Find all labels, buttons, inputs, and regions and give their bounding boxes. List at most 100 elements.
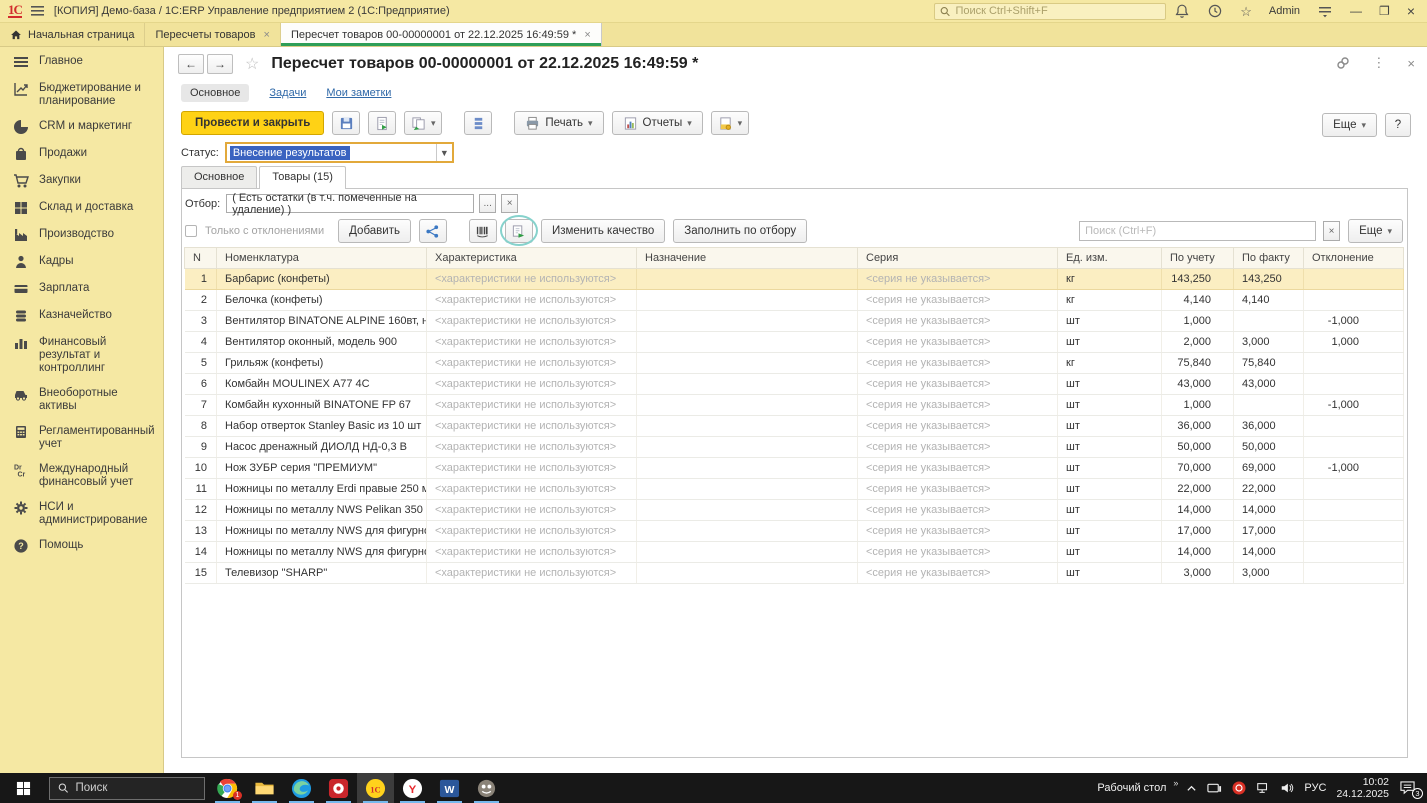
table-cell[interactable]: шт [1057, 541, 1162, 563]
doc-more-button[interactable]: Еще ▾ [1322, 113, 1377, 137]
back-button[interactable]: ← [178, 54, 204, 74]
table-cell[interactable] [636, 457, 858, 479]
table-cell[interactable]: <серия не указывается> [857, 436, 1058, 458]
table-cell[interactable]: 1 [184, 268, 217, 290]
taskbar-search-input[interactable] [75, 782, 196, 794]
post-button[interactable] [368, 111, 397, 135]
column-header[interactable]: Назначение [636, 247, 858, 269]
filter-clear-icon[interactable]: × [501, 194, 519, 213]
barcode-scan-button[interactable] [468, 219, 497, 243]
column-header[interactable]: Серия [857, 247, 1058, 269]
close-window-button[interactable]: × [1407, 3, 1415, 19]
table-cell[interactable] [1303, 415, 1404, 437]
table-cell[interactable]: 1,000 [1161, 394, 1234, 416]
table-cell[interactable]: Грильяж (конфеты) [216, 352, 427, 374]
sidebar-item-intl[interactable]: Dr Cr Международный финансовый учет [0, 457, 163, 495]
table-cell[interactable]: кг [1057, 289, 1162, 311]
table-cell[interactable]: Насос дренажный ДИОЛД НД-0,3 В [216, 436, 427, 458]
sidebar-item-salary[interactable]: Зарплата [0, 276, 163, 303]
table-row[interactable]: 11 Ножницы по металлу Erdi правые 250 мм <… [184, 478, 1404, 500]
desktop-expand-icon[interactable]: » [1173, 778, 1178, 788]
table-cell[interactable]: шт [1057, 373, 1162, 395]
table-cell[interactable]: 3,000 [1233, 562, 1304, 584]
table-cell[interactable]: Барбарис (конфеты) [216, 268, 427, 290]
table-cell[interactable]: шт [1057, 436, 1162, 458]
global-search[interactable] [934, 2, 1167, 20]
taskbar-app-gimp[interactable] [468, 773, 505, 803]
table-cell[interactable]: шт [1057, 562, 1162, 584]
table-cell[interactable] [636, 520, 858, 542]
status-combobox[interactable]: Внесение результатов ▼ [224, 142, 454, 163]
table-cell[interactable]: <серия не указывается> [857, 394, 1058, 416]
sidebar-item-regulated[interactable]: Регламентированный учет [0, 419, 163, 457]
maximize-button[interactable]: ❐ [1379, 4, 1390, 18]
table-cell[interactable]: шт [1057, 478, 1162, 500]
taskbar-search[interactable] [49, 776, 205, 800]
table-cell[interactable]: <серия не указывается> [857, 520, 1058, 542]
column-header[interactable]: Номенклатура [216, 247, 427, 269]
column-header[interactable]: По факту [1233, 247, 1304, 269]
table-search[interactable] [1079, 221, 1317, 241]
table-cell[interactable]: 14 [184, 541, 217, 563]
table-cell[interactable]: 2 [184, 289, 217, 311]
table-cell[interactable]: <характеристики не используются> [426, 541, 637, 563]
table-cell[interactable]: <характеристики не используются> [426, 331, 637, 353]
filter-choose-button[interactable]: ... [479, 194, 497, 213]
table-cell[interactable]: 5 [184, 352, 217, 374]
sidebar-item-warehouse[interactable]: Склад и доставка [0, 195, 163, 222]
get-link-icon[interactable] [1336, 56, 1350, 70]
table-cell[interactable] [1303, 373, 1404, 395]
filter-field[interactable]: ( Есть остатки (в т.ч. помеченные на уда… [226, 192, 475, 216]
taskbar-app-explorer[interactable] [246, 773, 283, 803]
table-cell[interactable]: 9 [184, 436, 217, 458]
fill-by-filter-button[interactable]: Заполнить по отбору [673, 219, 808, 243]
table-cell[interactable]: шт [1057, 310, 1162, 332]
structure-button[interactable] [464, 111, 493, 135]
table-cell[interactable]: 10 [184, 457, 217, 479]
table-cell[interactable]: <серия не указывается> [857, 457, 1058, 479]
table-cell[interactable]: 17,000 [1233, 520, 1304, 542]
taskbar-app-yandex[interactable]: Y [394, 773, 431, 803]
table-row[interactable]: 5 Грильяж (конфеты) <характеристики не исп… [184, 352, 1404, 374]
forward-button[interactable]: → [207, 54, 233, 74]
table-cell[interactable]: 6 [184, 373, 217, 395]
table-cell[interactable] [1303, 478, 1404, 500]
history-icon[interactable] [1207, 4, 1223, 18]
table-cell[interactable]: <серия не указывается> [857, 289, 1058, 311]
chevron-down-icon[interactable]: ▼ [435, 144, 452, 161]
sidebar-item-budgeting[interactable]: Бюджетирование и планирование [0, 76, 163, 114]
table-cell[interactable]: <характеристики не используются> [426, 373, 637, 395]
tray-network-icon[interactable] [1256, 782, 1270, 794]
table-cell[interactable]: шт [1057, 457, 1162, 479]
taskbar-app-edge[interactable] [283, 773, 320, 803]
table-cell[interactable] [636, 415, 858, 437]
table-cell[interactable] [636, 541, 858, 563]
tab-recount-document[interactable]: Пересчет товаров 00-00000001 от 22.12.20… [280, 23, 602, 46]
tab-recounts-list[interactable]: Пересчеты товаров × [145, 23, 281, 46]
minimize-button[interactable]: — [1350, 4, 1362, 18]
sidebar-item-treasury[interactable]: Казначейство [0, 303, 163, 330]
table-cell[interactable] [1303, 268, 1404, 290]
table-row[interactable]: 9 Насос дренажный ДИОЛД НД-0,3 В <характер… [184, 436, 1404, 458]
start-button[interactable] [0, 773, 46, 803]
table-cell[interactable] [636, 352, 858, 374]
table-cell[interactable]: 13 [184, 520, 217, 542]
table-cell[interactable]: 50,000 [1233, 436, 1304, 458]
add-row-button[interactable]: Добавить [338, 219, 411, 243]
table-row[interactable]: 10 Нож ЗУБР серия "ПРЕМИУМ" <характеристик… [184, 457, 1404, 479]
table-cell[interactable]: Комбайн MOULINEX А77 4С [216, 373, 427, 395]
table-cell[interactable] [1303, 520, 1404, 542]
table-cell[interactable]: Телевизор "SHARP" [216, 562, 427, 584]
table-cell[interactable]: 12 [184, 499, 217, 521]
attachments-button[interactable]: ▾ [710, 111, 749, 135]
save-button[interactable] [332, 111, 361, 135]
table-cell[interactable]: 75,840 [1161, 352, 1234, 374]
current-user[interactable]: Admin [1269, 5, 1300, 17]
global-search-input[interactable] [955, 5, 1161, 17]
sidebar-item-nsi[interactable]: НСИ и администрирование [0, 495, 163, 533]
table-row[interactable]: 6 Комбайн MOULINEX А77 4С <характеристики … [184, 373, 1404, 395]
table-row[interactable]: 4 Вентилятор оконный, модель 900 <характер… [184, 331, 1404, 353]
table-cell[interactable]: <серия не указывается> [857, 499, 1058, 521]
table-more-button[interactable]: Еще ▾ [1348, 219, 1403, 243]
doc-nav-main[interactable]: Основное [181, 84, 250, 102]
